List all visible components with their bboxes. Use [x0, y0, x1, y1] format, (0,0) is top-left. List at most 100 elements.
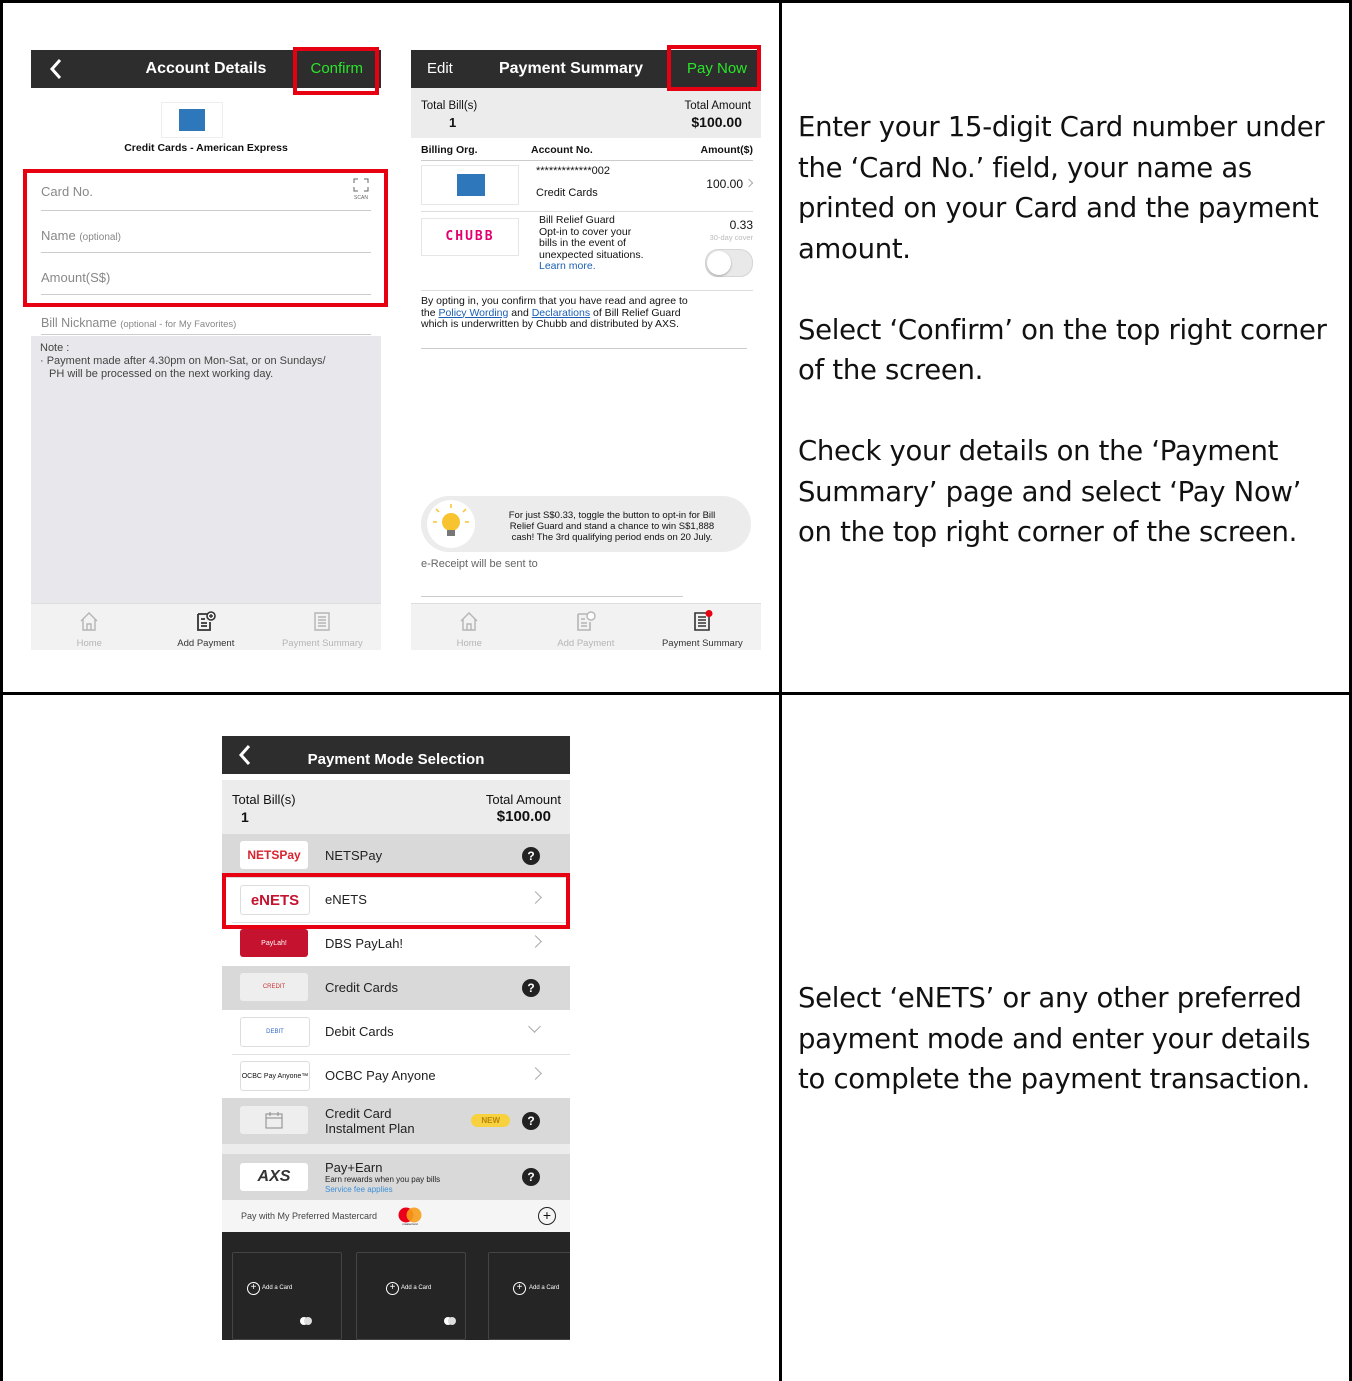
tab-label: Payment Summary	[281, 638, 363, 649]
highlight-form	[23, 169, 388, 307]
netspay-logo: NETSPay	[240, 841, 308, 869]
ocbc-logo-text: OCBC Pay Anyone™	[241, 1072, 309, 1080]
note-line: · Payment made after 4.30pm on Mon-Sat, …	[40, 355, 326, 367]
total-bills-label: Total Bill(s)	[232, 792, 296, 807]
help-icon[interactable]: ?	[522, 979, 540, 997]
option-label: Credit Cards	[325, 980, 398, 995]
add-circle-icon: +	[513, 1282, 526, 1295]
instruction-text: Enter your 15-digit Card number under th…	[798, 111, 1325, 265]
tab-payment-summary[interactable]: Payment Summary	[264, 604, 381, 650]
paylah-logo-text: PayLah!	[261, 939, 287, 947]
add-payment-icon	[577, 611, 596, 631]
bill-account-no: *************002	[536, 165, 611, 177]
axs-logo: AXS	[240, 1163, 308, 1191]
learn-more-link[interactable]: Learn more.	[539, 260, 644, 273]
add-payment-icon	[196, 611, 216, 631]
opt-in-terms: By opting in, you confirm that you have …	[421, 295, 747, 349]
note-line: PH will be processed on the next working…	[49, 368, 274, 380]
help-icon[interactable]: ?	[522, 1112, 540, 1130]
mastercard-small-label: mastercard	[402, 1222, 418, 1226]
ocbc-logo: OCBC Pay Anyone™	[240, 1061, 310, 1091]
option-instalment-plan[interactable]: Credit Card Instalment Plan NEW ?	[222, 1098, 570, 1144]
table-border-left	[0, 0, 3, 1381]
amex-logo	[161, 102, 223, 138]
total-amount-value: $100.00	[691, 114, 742, 130]
row1-instructions: Enter your 15-digit Card number under th…	[798, 107, 1343, 553]
nickname-row: Bill Nickname (optional - for My Favorit…	[41, 316, 371, 335]
mastercard-icon: mastercard	[397, 1206, 422, 1226]
option-label: Credit Card Instalment Plan	[325, 1106, 415, 1136]
instruction-text: Select ‘Confirm’ on the top right corner…	[798, 313, 1327, 387]
option-credit-cards[interactable]: CREDIT Credit Cards ?	[222, 966, 570, 1010]
relief-toggle[interactable]	[705, 249, 753, 277]
total-bills-label: Total Bill(s)	[421, 100, 478, 112]
credit-card-logo: CREDIT	[240, 973, 308, 1001]
bill-row[interactable]: *************002 Credit Cards 100.00	[421, 161, 754, 212]
total-amount-label: Total Amount	[485, 792, 561, 807]
optin-text: which is underwritten by Chubb and distr…	[421, 318, 679, 330]
add-card-slot[interactable]: + Add a Card	[232, 1252, 342, 1340]
bill-amount: 100.00	[706, 177, 743, 191]
relief-desc: bills in the event of	[539, 237, 626, 249]
tab-label: Add Payment	[557, 638, 615, 649]
relief-title: Bill Relief Guard	[539, 214, 615, 226]
toggle-knob	[707, 251, 731, 275]
ereceipt-label: e-Receipt will be sent to	[421, 558, 538, 570]
optin-text: the	[421, 306, 439, 319]
declarations-link[interactable]: Declarations	[532, 307, 590, 319]
relief-cover: 30-day cover	[709, 233, 753, 242]
table-header: Billing Org. Account No. Amount($)	[421, 138, 753, 161]
tab-bar: Home Add Payment Payment Summary	[31, 603, 381, 650]
tab-bar: Home Add Payment Payment Summary	[411, 603, 761, 650]
row2-instructions: Select ‘eNETS’ or any other preferred pa…	[798, 978, 1343, 1100]
option-pay-earn[interactable]: AXS Pay+Earn Earn rewards when you pay b…	[222, 1154, 570, 1200]
add-circle-icon[interactable]: +	[538, 1207, 556, 1225]
total-bills-value: 1	[241, 809, 249, 825]
axs-logo-text: AXS	[257, 1168, 291, 1185]
highlight-enets	[222, 873, 570, 929]
page-title: Payment Mode Selection	[307, 751, 485, 768]
tab-add-payment[interactable]: Add Payment	[148, 604, 265, 650]
total-bills-value: 1	[449, 115, 457, 130]
paylah-logo: PayLah!	[240, 929, 308, 957]
mastercard-bar: Pay with My Preferred Mastercard masterc…	[222, 1200, 570, 1232]
debit-card-logo: DEBIT	[240, 1017, 310, 1047]
promo-line: Relief Guard and stand a chance to win S…	[509, 521, 715, 532]
tab-add-payment[interactable]: Add Payment	[528, 604, 645, 650]
tab-home[interactable]: Home	[411, 604, 528, 650]
relief-amount: 0.33	[729, 218, 753, 232]
nickname-field[interactable]: Bill Nickname (optional - for My Favorit…	[31, 302, 381, 336]
payment-summary-screen: Edit Payment Summary Pay Now Total Bill(…	[411, 50, 761, 650]
tab-home[interactable]: Home	[31, 604, 148, 650]
relief-guard-row: CHUBB Bill Relief Guard Opt-in to cover …	[421, 212, 753, 291]
biller-name: Credit Cards - American Express	[124, 142, 288, 154]
chevron-right-icon	[744, 178, 754, 188]
option-ocbc[interactable]: OCBC Pay Anyone™ OCBC Pay Anyone	[222, 1054, 570, 1098]
option-label-line: Credit Card	[325, 1106, 392, 1121]
ereceipt-field[interactable]: e-Receipt will be sent to	[421, 558, 683, 597]
tab-payment-summary[interactable]: Payment Summary	[644, 604, 761, 650]
instruction-text: Check your details on the ‘Payment Summa…	[798, 435, 1302, 548]
new-badge: NEW	[471, 1114, 510, 1127]
note: Note : · Payment made after 4.30pm on Mo…	[40, 342, 326, 381]
instruction-text: Select ‘eNETS’ or any other preferred pa…	[798, 982, 1311, 1095]
option-label: Debit Cards	[325, 1024, 394, 1039]
col-billing-org: Billing Org.	[421, 144, 478, 156]
help-icon[interactable]: ?	[522, 1168, 540, 1186]
add-card-label: Add a Card	[401, 1285, 432, 1291]
add-card-slot[interactable]: + Add a Card	[356, 1252, 466, 1340]
option-debit-cards[interactable]: DEBIT Debit Cards	[222, 1010, 570, 1054]
tab-label: Payment Summary	[661, 638, 743, 649]
col-amount: Amount($)	[700, 144, 754, 156]
biller-info: Credit Cards - American Express	[31, 88, 381, 168]
help-icon[interactable]: ?	[522, 847, 540, 865]
payment-mode-screen: Payment Mode Selection Total Bill(s) 1 T…	[222, 736, 570, 1340]
tab-label: Home	[76, 638, 102, 649]
totals-bar: Total Bill(s) 1 Total Amount $100.00	[222, 780, 570, 836]
policy-wording-link[interactable]: Policy Wording	[439, 307, 509, 319]
add-card-slot[interactable]: + Add a Card	[488, 1252, 570, 1340]
table-divider-row	[0, 692, 1352, 695]
chevron-down-icon	[528, 1020, 541, 1033]
option-netspay[interactable]: NETSPay NETSPay ?	[222, 834, 570, 878]
option-label: Pay+Earn Earn rewards when you pay bills…	[325, 1161, 440, 1195]
